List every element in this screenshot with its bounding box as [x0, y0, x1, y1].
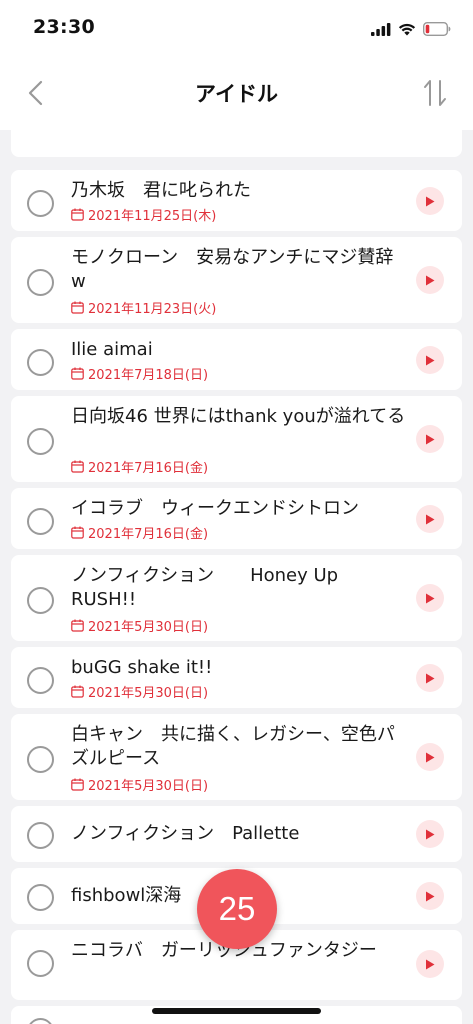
complete-checkbox[interactable] — [27, 884, 54, 911]
status-bar: 23:30 — [0, 0, 473, 58]
play-icon — [426, 196, 435, 206]
play-icon — [426, 752, 435, 762]
calendar-icon — [71, 301, 84, 314]
calendar-icon — [71, 526, 84, 539]
task-count-fab[interactable]: 25 — [197, 869, 277, 949]
item-title: buGG shake it!! — [71, 657, 213, 678]
complete-checkbox[interactable] — [27, 667, 54, 694]
navigation-bar: アイドル — [0, 58, 473, 130]
play-button[interactable] — [416, 425, 444, 453]
item-date-text: 2021年7月16日(金) — [88, 460, 209, 476]
list-item[interactable]: Ilie aimai 2021年7月18日(日) — [11, 329, 462, 390]
complete-checkbox[interactable] — [27, 822, 54, 849]
wifi-icon — [398, 23, 416, 35]
list-item-partial[interactable] — [11, 130, 462, 157]
sort-button[interactable] — [421, 78, 451, 108]
item-title: ノンフィクション Pallette — [71, 823, 300, 844]
complete-checkbox[interactable] — [27, 269, 54, 296]
item-title: 乃木坂 君に叱られた — [71, 180, 251, 201]
list-item[interactable]: 乃木坂 君に叱られた 2021年11月25日(木) — [11, 170, 462, 231]
item-date-text: 2021年7月18日(日) — [88, 367, 209, 383]
item-date-text: 2021年5月30日(日) — [88, 619, 209, 635]
battery-low-icon — [423, 22, 451, 36]
item-title: 日向坂46 世界にはthank youが溢れてる — [71, 406, 406, 427]
play-icon — [426, 959, 435, 969]
list-item[interactable]: ノンフィクション Pallette — [11, 806, 462, 862]
list-item[interactable]: 日向坂46 世界にはthank youが溢れてる 2021年7月16日(金) — [11, 396, 462, 482]
play-button[interactable] — [416, 743, 444, 771]
complete-checkbox[interactable] — [27, 428, 54, 455]
item-date-text: 2021年11月23日(火) — [88, 301, 217, 317]
play-button[interactable] — [416, 882, 444, 910]
home-indicator[interactable] — [152, 1008, 321, 1014]
play-button[interactable] — [416, 346, 444, 374]
item-title: ノンフィクション Honey Up RUSH!! — [71, 565, 344, 610]
list-item[interactable]: ノンフィクション Honey Up RUSH!! 2021年5月30日(日) — [11, 555, 462, 641]
complete-checkbox[interactable] — [27, 1018, 54, 1024]
status-icons — [371, 19, 451, 39]
item-date: 2021年11月23日(火) — [71, 298, 217, 317]
complete-checkbox[interactable] — [27, 190, 54, 217]
calendar-icon — [71, 619, 84, 632]
play-button[interactable] — [416, 266, 444, 294]
play-button[interactable] — [416, 820, 444, 848]
item-date-text: 2021年5月30日(日) — [88, 778, 209, 794]
play-button[interactable] — [416, 505, 444, 533]
calendar-icon — [71, 367, 84, 380]
list-item[interactable]: イコラブ ウィークエンドシトロン 2021年7月16日(金) — [11, 488, 462, 549]
calendar-icon — [71, 685, 84, 698]
list-item[interactable]: 白キャン 共に描く、レガシー、空色パズルピース 2021年5月30日(日) — [11, 714, 462, 800]
item-date: 2021年7月16日(金) — [71, 523, 209, 542]
play-icon — [426, 829, 435, 839]
item-title: Ilie aimai — [71, 339, 153, 360]
item-date: 2021年5月30日(日) — [71, 775, 209, 794]
play-button[interactable] — [416, 950, 444, 978]
status-time: 23:30 — [33, 16, 95, 38]
sort-arrows-icon — [424, 80, 446, 106]
play-icon — [426, 514, 435, 524]
cellular-signal-icon — [371, 22, 391, 36]
list-item[interactable]: モノクローン 安易なアンチにマジ賛辞w 2021年11月23日(火) — [11, 237, 462, 323]
item-date-text: 2021年11月25日(木) — [88, 208, 217, 224]
page-title: アイドル — [195, 82, 278, 106]
item-title: イコラブ ウィークエンドシトロン — [71, 498, 359, 519]
item-date: 2021年7月18日(日) — [71, 364, 209, 383]
complete-checkbox[interactable] — [27, 349, 54, 376]
item-date: 2021年11月25日(木) — [71, 205, 217, 224]
play-icon — [426, 275, 435, 285]
item-date: 2021年5月30日(日) — [71, 682, 209, 701]
calendar-icon — [71, 208, 84, 221]
play-icon — [426, 434, 435, 444]
play-icon — [426, 593, 435, 603]
item-date-text: 2021年5月30日(日) — [88, 685, 209, 701]
play-button[interactable] — [416, 584, 444, 612]
calendar-icon — [71, 778, 84, 791]
item-date: 2021年5月30日(日) — [71, 616, 209, 635]
calendar-icon — [71, 460, 84, 473]
complete-checkbox[interactable] — [27, 587, 54, 614]
item-date-text: 2021年7月16日(金) — [88, 526, 209, 542]
item-title: 白キャン 共に描く、レガシー、空色パズルピース — [71, 724, 395, 769]
play-icon — [426, 673, 435, 683]
complete-checkbox[interactable] — [27, 508, 54, 535]
complete-checkbox[interactable] — [27, 950, 54, 977]
play-icon — [426, 355, 435, 365]
complete-checkbox[interactable] — [27, 746, 54, 773]
item-date: 2021年7月16日(金) — [71, 457, 209, 476]
play-button[interactable] — [416, 187, 444, 215]
item-title: モノクローン 安易なアンチにマジ賛辞w — [71, 247, 394, 292]
list-item[interactable]: buGG shake it!! 2021年5月30日(日) — [11, 647, 462, 708]
play-icon — [426, 891, 435, 901]
play-button[interactable] — [416, 664, 444, 692]
